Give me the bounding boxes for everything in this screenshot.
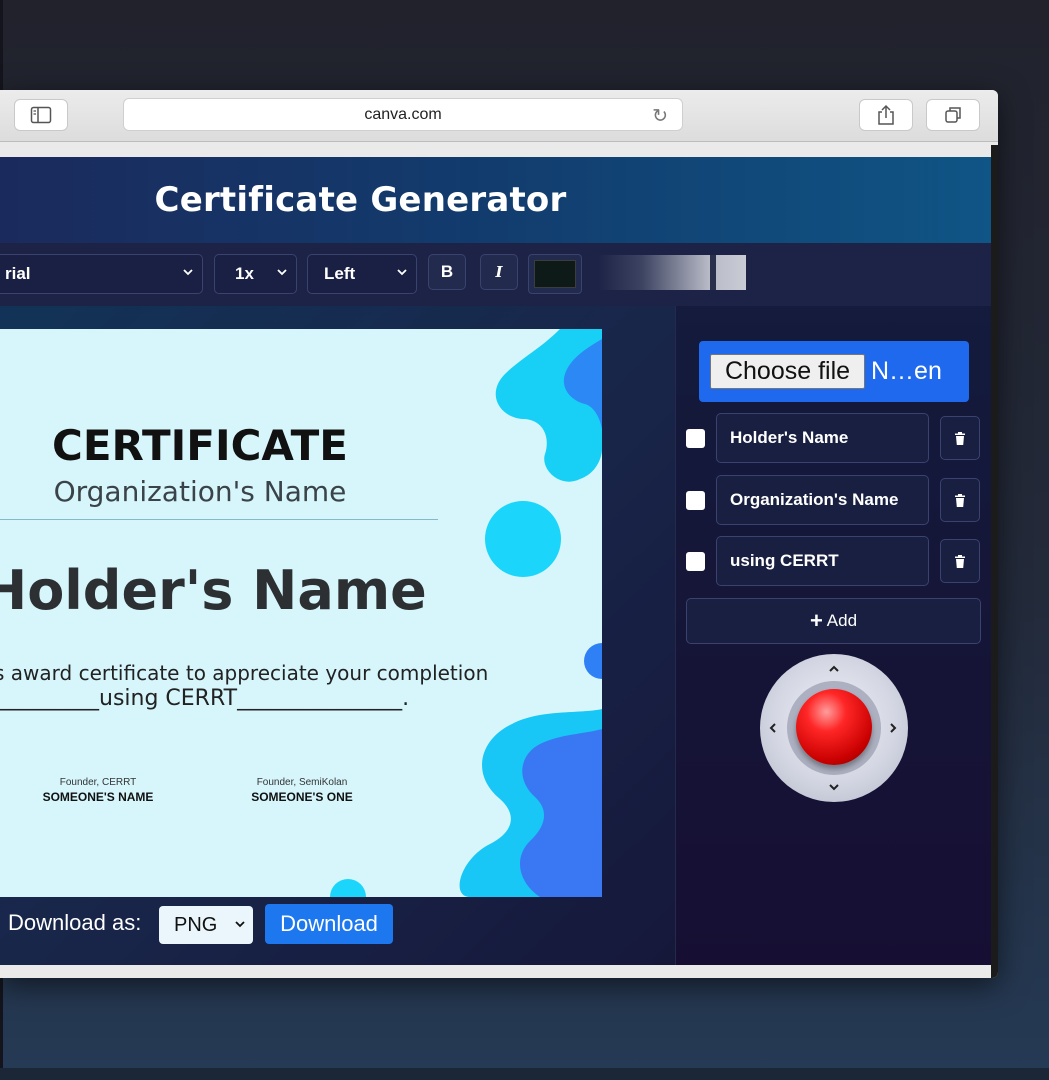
delete-field-button[interactable] [940, 478, 980, 522]
chevron-down-icon [235, 921, 245, 928]
download-format-value: PNG [174, 913, 218, 936]
add-field-button[interactable]: + Add [686, 598, 981, 644]
joystick-down-icon[interactable] [827, 780, 841, 794]
certificate-holder-name: Holder's Name [0, 559, 427, 622]
file-name: N…en [871, 357, 942, 385]
app-title: Certificate Generator [154, 180, 567, 220]
signature-role: Founder, CERRT [59, 777, 137, 788]
text-color-picker[interactable] [528, 254, 582, 294]
joystick-right-icon[interactable] [886, 721, 900, 735]
format-toolbar: rial 1x Left B I [0, 243, 991, 306]
download-button[interactable]: Download [265, 904, 393, 944]
plus-icon: + [809, 608, 823, 633]
certificate-app: Certificate Generator rial 1x Left B I C… [0, 157, 991, 965]
trash-icon [955, 493, 965, 507]
sidebar-icon [30, 106, 52, 124]
font-size-select[interactable]: 1x [214, 254, 297, 294]
add-label: Add [826, 611, 858, 630]
share-icon [878, 104, 894, 125]
address-bar[interactable]: canva.com ↻ [123, 98, 683, 131]
signature-name: SOMEONE'S NAME [42, 790, 154, 804]
reload-icon[interactable]: ↻ [652, 105, 668, 128]
file-upload[interactable]: Choose file N…en [699, 341, 969, 402]
font-family-value: rial [5, 264, 31, 283]
signature-name: SOMEONE'S ONE [251, 790, 353, 804]
delete-field-button[interactable] [940, 416, 980, 460]
joystick-left-icon[interactable] [766, 721, 780, 735]
field-input[interactable]: Holder's Name [716, 413, 929, 463]
joystick-knob[interactable] [796, 689, 872, 765]
url-text: canva.com [364, 105, 442, 123]
trash-icon [955, 431, 965, 445]
background-bottom [0, 1068, 1049, 1080]
italic-label: I [495, 263, 503, 281]
tabs-icon [945, 107, 961, 123]
fields-panel: Choose file N…en Holder's Name Organizat… [675, 306, 991, 965]
bold-label: B [440, 262, 454, 281]
field-row: Organization's Name [686, 475, 982, 525]
field-row: Holder's Name [686, 413, 982, 463]
bold-button[interactable]: B [428, 254, 466, 290]
chevron-down-icon [397, 269, 407, 276]
font-size-value: 1x [235, 264, 254, 283]
download-label: Download as: [8, 910, 142, 935]
chevron-down-icon [183, 269, 193, 276]
browser-window: canva.com ↻ Certificate Generator rial 1… [0, 90, 998, 978]
certificate-course-line: _________using CERRT_______________. [0, 686, 410, 711]
font-family-select[interactable]: rial [0, 254, 203, 294]
download-format-select[interactable]: PNG [159, 906, 253, 944]
joystick-up-icon[interactable] [827, 662, 841, 676]
certificate-preview[interactable]: CERTIFICATE Organization's Name Holder's… [0, 329, 602, 897]
certificate-body-text: s award certificate to appreciate your c… [0, 661, 489, 685]
signature-role: Founder, SemiKolan [256, 777, 348, 788]
text-align-select[interactable]: Left [307, 254, 417, 294]
background-edge [0, 975, 3, 1080]
app-header: Certificate Generator [0, 157, 991, 243]
tabs-button[interactable] [926, 99, 980, 131]
opacity-slider[interactable] [598, 255, 746, 290]
slider-thumb[interactable] [710, 255, 716, 290]
browser-toolbar: canva.com ↻ [0, 90, 998, 142]
field-input[interactable]: Organization's Name [716, 475, 929, 525]
field-input[interactable]: using CERRT [716, 536, 929, 586]
download-bar: Download as: PNG Download [0, 902, 600, 952]
color-preview [534, 260, 576, 288]
delete-field-button[interactable] [940, 539, 980, 583]
text-align-value: Left [324, 264, 356, 283]
certificate-title: CERTIFICATE [52, 421, 348, 470]
certificate-organization: Organization's Name [53, 475, 347, 508]
field-checkbox[interactable] [686, 552, 705, 571]
window-frame [991, 145, 998, 978]
canvas-area: CERTIFICATE Organization's Name Holder's… [0, 306, 675, 965]
chevron-down-icon [277, 269, 287, 276]
certificate-divider [0, 519, 438, 520]
signature-block: Founder, CERRT SOMEONE'S NAME [23, 777, 173, 804]
signature-block: Founder, SemiKolan SOMEONE'S ONE [227, 777, 377, 804]
position-joystick[interactable] [760, 654, 908, 802]
trash-icon [955, 554, 965, 568]
sidebar-toggle-button[interactable] [14, 99, 68, 131]
background-edge [0, 0, 3, 95]
field-row: using CERRT [686, 536, 982, 586]
share-button[interactable] [859, 99, 913, 131]
choose-file-button[interactable]: Choose file [710, 354, 865, 389]
field-checkbox[interactable] [686, 491, 705, 510]
italic-button[interactable]: I [480, 254, 518, 290]
field-checkbox[interactable] [686, 429, 705, 448]
